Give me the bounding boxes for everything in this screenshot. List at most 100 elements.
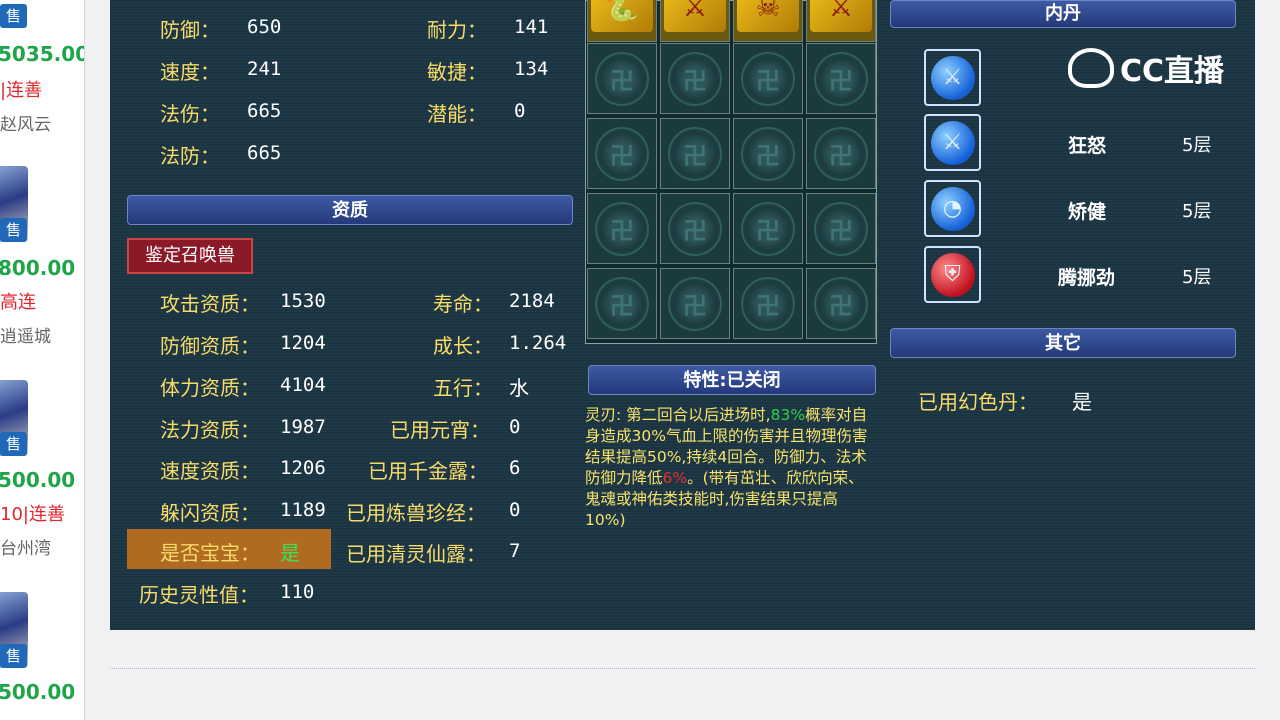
attr-label: 法防：	[160, 144, 220, 168]
trait-text: 第二回合以后进场时,	[626, 406, 771, 424]
equipment-slot-empty[interactable]: 卍	[587, 43, 657, 114]
equipment-slot-empty[interactable]: 卍	[587, 193, 657, 264]
divider	[110, 668, 1255, 669]
trait-header: 特性:已关闭	[588, 365, 876, 395]
neidan-skill-name: 腾挪劲	[1058, 267, 1116, 289]
watermark-text: CC直播	[1120, 54, 1225, 89]
sale-badge: 售	[0, 218, 27, 242]
aptitude-header: 资质	[127, 195, 573, 225]
neidan-skill-level: 5层	[1182, 267, 1212, 288]
equipment-slot-empty[interactable]: 卍	[660, 43, 730, 114]
aptitude-label: 躲闪资质：	[160, 501, 260, 525]
equipment-grid: 🐍 ⚔ ☠ ⚔ 卍卍卍卍卍卍卍卍卍卍卍卍卍卍卍卍	[585, 0, 877, 344]
aptitude-value: 2184	[509, 290, 555, 312]
aptitude-value: 1987	[280, 416, 326, 438]
empty-slot-icon: 卍	[595, 276, 649, 331]
empty-slot-icon: 卍	[741, 126, 795, 181]
equipment-slot-empty[interactable]: 卍	[733, 43, 803, 114]
aptitude-value: 1206	[280, 457, 326, 479]
other-header: 其它	[890, 328, 1236, 358]
equipment-slot-filled[interactable]: 🐍	[587, 0, 657, 42]
equipment-slot-empty[interactable]: 卍	[660, 193, 730, 264]
equipment-slot-empty[interactable]: 卍	[587, 118, 657, 189]
attr-value: 241	[247, 58, 282, 80]
equipment-slot-empty[interactable]: 卍	[733, 268, 803, 339]
equipment-slot-empty[interactable]: 卍	[660, 268, 730, 339]
aptitude-value: 4104	[280, 374, 326, 396]
trait-description: 灵刃: 第二回合以后进场时,83%概率对自身造成30%气血上限的伤害并且物理伤害…	[585, 405, 877, 531]
equipment-item-icon: ☠	[737, 0, 799, 32]
attr-value: 134	[514, 58, 549, 80]
empty-slot-icon: 卍	[741, 276, 795, 331]
empty-slot-icon: 卍	[814, 51, 868, 106]
neidan-skill-level: 5层	[1182, 135, 1212, 156]
attr-label: 法伤：	[160, 102, 220, 126]
neidan-skill-icon[interactable]: ⚔	[924, 49, 981, 106]
empty-slot-icon: 卍	[595, 126, 649, 181]
equipment-slot-empty[interactable]: 卍	[733, 118, 803, 189]
trait-name: 灵刃:	[585, 406, 622, 424]
attr-value: 665	[247, 142, 282, 164]
equipment-slot-filled[interactable]: ⚔	[806, 0, 876, 42]
attr-label: 敏捷：	[427, 60, 487, 84]
attr-value: 665	[247, 100, 282, 122]
empty-slot-icon: 卍	[814, 126, 868, 181]
equipment-slot-empty[interactable]: 卍	[806, 43, 876, 114]
aptitude-value: 0	[509, 416, 521, 438]
aptitude-label: 攻击资质：	[160, 292, 260, 316]
neidan-skill-icon[interactable]: ⚔	[924, 114, 981, 171]
attr-label: 防御：	[160, 18, 220, 42]
attr-label: 耐力：	[427, 18, 487, 42]
equipment-slot-empty[interactable]: 卍	[806, 268, 876, 339]
attr-label: 潜能：	[427, 102, 487, 126]
listing-price: 5035.00	[0, 42, 85, 66]
equipment-slot-filled[interactable]: ☠	[733, 0, 803, 42]
aptitude-value: 0	[509, 499, 521, 521]
aptitude-value: 1530	[280, 290, 326, 312]
empty-slot-icon: 卍	[668, 51, 722, 106]
is-baby-value: 是	[280, 541, 300, 565]
neidan-skill-level: 5层	[1182, 201, 1212, 222]
illusion-dan-value: 是	[1072, 390, 1092, 414]
equipment-slot-empty[interactable]: 卍	[733, 193, 803, 264]
identify-pet-button[interactable]: 鉴定召唤兽	[127, 238, 253, 274]
illusion-dan-label: 已用幻色丹：	[918, 390, 1038, 414]
equipment-slot-filled[interactable]: ⚔	[660, 0, 730, 42]
trait-reduction: 6%	[662, 469, 688, 487]
neidan-skill-icon[interactable]: ◔	[924, 180, 981, 237]
aptitude-label: 防御资质：	[160, 334, 260, 358]
aptitude-label: 五行：	[433, 376, 493, 400]
neidan-skill-icon[interactable]: ⛨	[924, 246, 981, 303]
attr-value: 0	[514, 100, 526, 122]
aptitude-label: 已用清灵仙露：	[346, 542, 486, 566]
equipment-slot-empty[interactable]: 卍	[660, 118, 730, 189]
listing-server: 逍遥城	[0, 327, 51, 347]
listing-sidebar: 售 5035.00 |连善 赵风云 售 800.00 高连 逍遥城 售 500.…	[0, 0, 85, 720]
neidan-header: 内丹	[890, 0, 1236, 28]
attr-label: 速度：	[160, 60, 220, 84]
aptitude-value: 1189	[280, 499, 326, 521]
trait-chance: 83%	[770, 406, 806, 424]
listing-seller[interactable]: |连善	[0, 76, 42, 102]
empty-slot-icon: 卍	[668, 126, 722, 181]
aptitude-label: 法力资质：	[160, 418, 260, 442]
listing-seller[interactable]: 高连	[0, 288, 36, 314]
aptitude-label: 体力资质：	[160, 376, 260, 400]
equipment-slot-empty[interactable]: 卍	[806, 118, 876, 189]
sale-badge: 售	[0, 644, 27, 668]
listing-server: 赵风云	[0, 115, 51, 135]
listing-seller[interactable]: 10|连善	[0, 500, 65, 526]
claw-icon: ⚔	[930, 55, 975, 100]
listing-price: 800.00	[0, 256, 76, 280]
aptitude-value: 7	[509, 540, 521, 562]
aptitude-value: 水	[509, 376, 529, 400]
aptitude-label: 寿命：	[433, 292, 493, 316]
empty-slot-icon: 卍	[668, 276, 722, 331]
equipment-slot-empty[interactable]: 卍	[587, 268, 657, 339]
equipment-slot-empty[interactable]: 卍	[806, 193, 876, 264]
aptitude-value: 1.264	[509, 332, 567, 354]
listing-price: 500.00	[0, 468, 76, 492]
equipment-item-icon: ⚔	[810, 0, 872, 32]
empty-slot-icon: 卍	[814, 201, 868, 256]
sale-badge: 售	[0, 4, 27, 28]
